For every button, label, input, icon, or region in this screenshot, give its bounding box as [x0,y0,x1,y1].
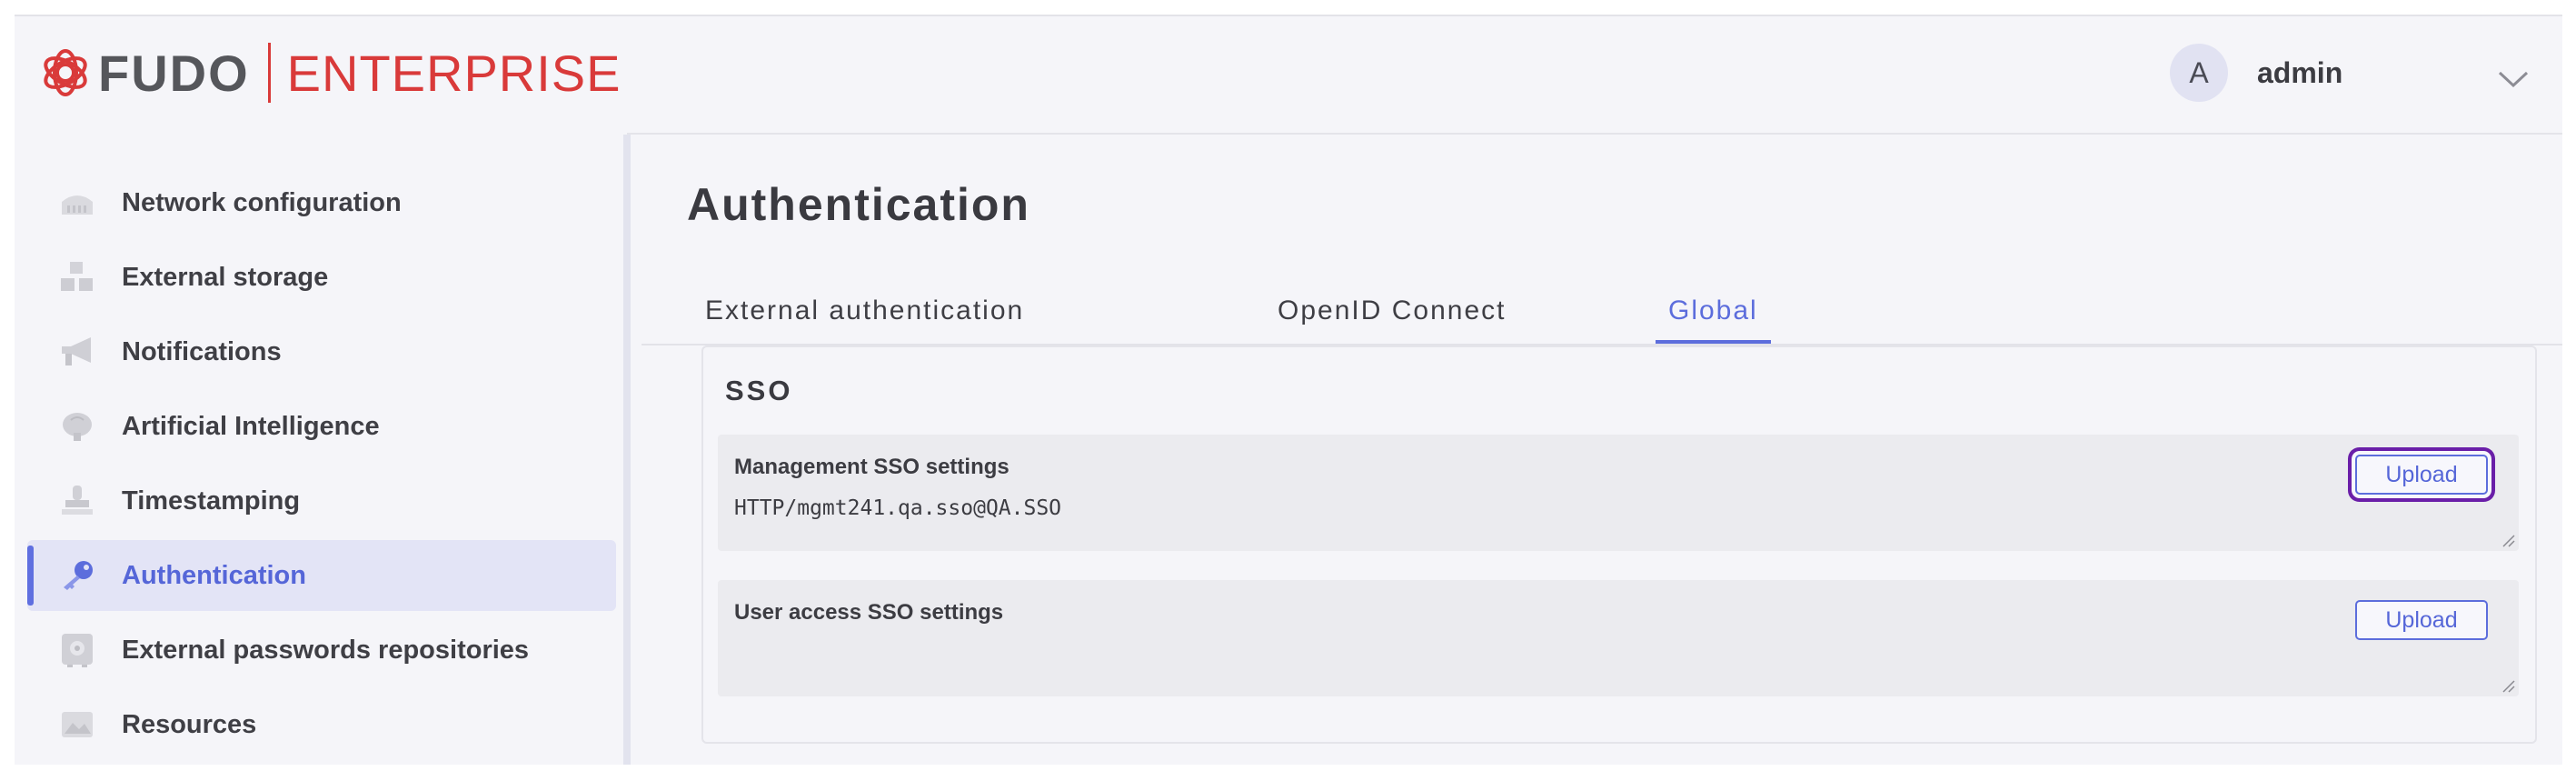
app-window: FUDO ENTERPRISE A admin Network configur… [15,15,2562,765]
sidebar-item-label: Notifications [122,336,282,366]
sidebar-item-timestamping[interactable]: Timestamping [27,466,616,536]
field-label: User access SSO settings [734,600,1004,625]
chevron-down-icon[interactable] [2497,69,2530,89]
resize-handle-icon[interactable] [2501,533,2515,547]
sidebar-item-label: Artificial Intelligence [122,411,380,441]
sidebar-item-label: Network configuration [122,187,402,217]
sidebar-divider [623,135,631,765]
resize-handle-icon[interactable] [2501,678,2515,693]
key-icon [60,558,94,593]
sidebar-item-notifications[interactable]: Notifications [27,316,616,387]
sidebar-item-resources[interactable]: Resources [27,689,616,760]
management-sso-field[interactable]: Management SSO settings HTTP/mgmt241.qa.… [718,435,2519,551]
field-value[interactable]: HTTP/mgmt241.qa.sso@QA.SSO [734,496,1061,520]
sidebar-item-external-passwords-repositories[interactable]: External passwords repositories [27,615,616,686]
page-title: Authentication [687,179,1030,230]
top-header: FUDO ENTERPRISE A admin [15,16,2562,135]
sidebar: Network configuration External storage N… [15,133,627,765]
sidebar-item-label: External storage [122,262,329,292]
sidebar-item-artificial-intelligence[interactable]: Artificial Intelligence [27,391,616,462]
sidebar-item-network-configuration[interactable]: Network configuration [27,167,616,238]
stamp-icon [60,484,94,518]
field-label: Management SSO settings [734,455,1010,479]
storage-icon [60,260,94,295]
brain-icon [60,409,94,444]
megaphone-icon [60,335,94,369]
sidebar-item-external-storage[interactable]: External storage [27,242,616,313]
logo-divider [267,43,271,103]
card-title: SSO [725,375,793,406]
avatar[interactable]: A [2170,44,2228,102]
tab-bar: External authentication OpenID Connect G… [642,280,2562,345]
sidebar-item-label: Authentication [122,560,306,590]
tab-external-authentication[interactable]: External authentication [692,280,1037,342]
resources-icon [60,707,94,742]
user-name[interactable]: admin [2257,56,2342,90]
fudo-enterprise-logo[interactable]: FUDO ENTERPRISE [36,40,622,105]
user-access-sso-field[interactable]: User access SSO settings Upload [718,580,2519,696]
sidebar-item-authentication[interactable]: Authentication [27,540,616,611]
logo-enterprise-text: ENTERPRISE [286,44,622,102]
vault-icon [60,633,94,667]
fudo-logo-icon [44,49,87,96]
upload-button[interactable]: Upload [2355,455,2488,495]
network-icon [60,185,94,220]
user-menu[interactable]: A admin [2170,44,2342,102]
tab-openid-connect[interactable]: OpenID Connect [1265,280,1518,342]
tab-global[interactable]: Global [1656,280,1771,344]
sidebar-item-label: External passwords repositories [122,635,530,665]
sso-card: SSO Management SSO settings HTTP/mgmt241… [701,345,2537,744]
upload-button[interactable]: Upload [2355,600,2488,640]
sidebar-item-label: Timestamping [122,486,301,516]
sidebar-item-label: Resources [122,709,257,739]
logo-fudo-text: FUDO [98,44,250,102]
